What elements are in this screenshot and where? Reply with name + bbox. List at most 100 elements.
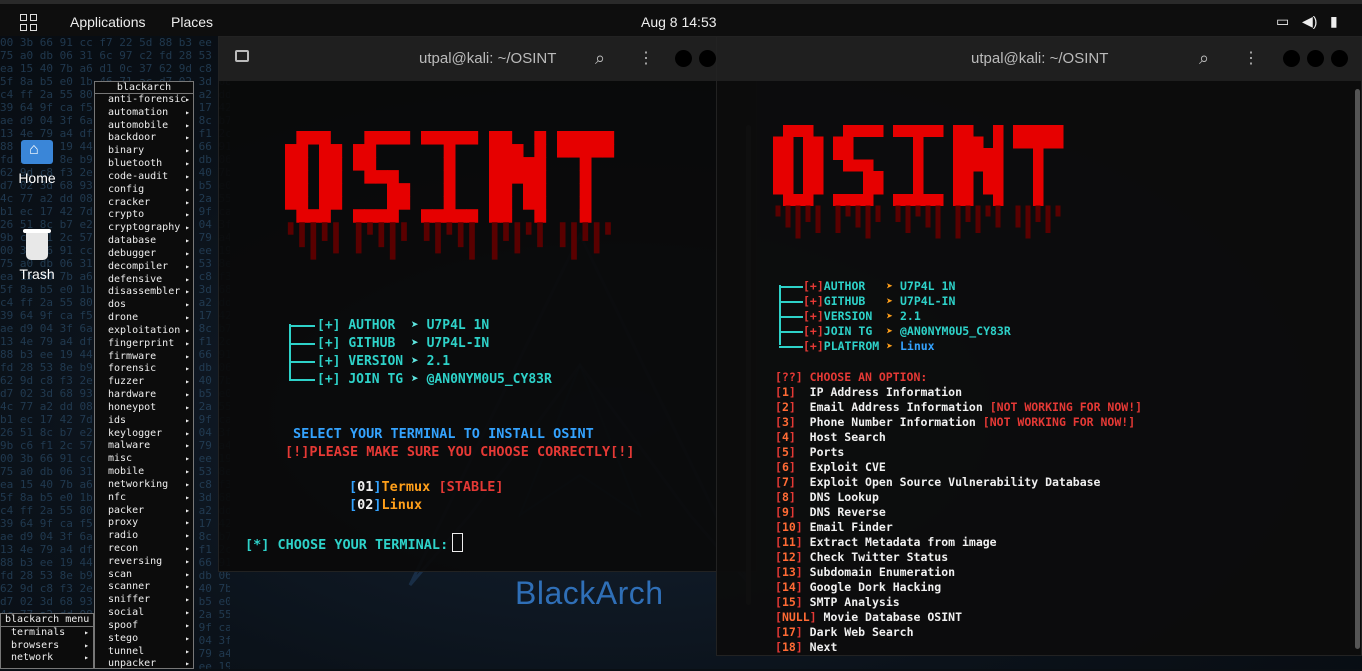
menu-item-stego[interactable]: stego — [95, 633, 193, 646]
menu-item-keylogger[interactable]: keylogger — [95, 428, 193, 441]
root-menu-item-browsers[interactable]: browsers — [1, 640, 93, 653]
menu-item-unpacker[interactable]: unpacker — [95, 658, 193, 671]
menu-item-nfc[interactable]: nfc — [95, 492, 193, 505]
install-option-02[interactable]: [02]Linux — [349, 497, 422, 513]
menu-item-debugger[interactable]: debugger — [95, 248, 193, 261]
maximize-button[interactable] — [699, 50, 716, 67]
menu-item-crypto[interactable]: crypto — [95, 209, 193, 222]
menu-item-misc[interactable]: misc — [95, 453, 193, 466]
menu-item-backdoor[interactable]: backdoor — [95, 132, 193, 145]
menu-item-scan[interactable]: scan — [95, 569, 193, 582]
menu-item-disassembler[interactable]: disassembler — [95, 286, 193, 299]
menu-item-binary[interactable]: binary — [95, 145, 193, 158]
osint-option-2[interactable]: [2] Email Address Information [NOT WORKI… — [775, 400, 1142, 414]
osint-option-1[interactable]: [1] IP Address Information — [775, 385, 962, 399]
clock[interactable]: Aug 8 14:53 — [641, 14, 717, 30]
minimize-button[interactable] — [675, 50, 692, 67]
trash-desktop-icon[interactable]: Trash — [7, 229, 67, 282]
applications-menu[interactable]: Applications — [70, 14, 146, 30]
bracket-open: [ — [775, 520, 782, 534]
install-option-01[interactable]: [01]Termux [STABLE] — [349, 479, 504, 495]
menu-item-tunnel[interactable]: tunnel — [95, 646, 193, 659]
menu-item-automation[interactable]: automation — [95, 107, 193, 120]
close-button[interactable] — [1331, 50, 1348, 67]
menu-item-spoof[interactable]: spoof — [95, 620, 193, 633]
info-line-platfrom: [+]PLATFROM ➤ Linux — [803, 339, 935, 353]
kebab-menu-icon[interactable]: ⋮ — [638, 48, 654, 68]
osint-option-15[interactable]: [15] SMTP Analysis — [775, 595, 900, 609]
osint-option-6[interactable]: [6] Exploit CVE — [775, 460, 886, 474]
maximize-button[interactable] — [1307, 50, 1324, 67]
menu-item-sniffer[interactable]: sniffer — [95, 594, 193, 607]
menu-item-social[interactable]: social — [95, 607, 193, 620]
menu-item-malware[interactable]: malware — [95, 440, 193, 453]
menu-item-cryptography[interactable]: cryptography — [95, 222, 193, 235]
osint-option-14[interactable]: [14] Google Dork Hacking — [775, 580, 941, 594]
menu-item-reversing[interactable]: reversing — [95, 556, 193, 569]
menu-item-anti-forensic[interactable]: anti-forensic — [95, 94, 193, 107]
menu-item-defensive[interactable]: defensive — [95, 274, 193, 287]
terminal-window-1[interactable]: utpal@kali: ~/OSINT ⌕ ⋮ [+] AUTHOR ➤ U7P… — [218, 36, 757, 605]
terminal-2-titlebar[interactable]: utpal@kali: ~/OSINT ⌕ ⋮ — [717, 37, 1361, 81]
menu-item-packer[interactable]: packer — [95, 505, 193, 518]
kebab-menu-icon[interactable]: ⋮ — [1243, 48, 1259, 68]
menu-item-forensic[interactable]: forensic — [95, 363, 193, 376]
volume-icon[interactable]: ◀) — [1302, 13, 1317, 30]
osint-option-4[interactable]: [4] Host Search — [775, 430, 886, 444]
menu-item-dos[interactable]: dos — [95, 299, 193, 312]
menu-item-networking[interactable]: networking — [95, 479, 193, 492]
osint-option-13[interactable]: [13] Subdomain Enumeration — [775, 565, 955, 579]
app-grid-icon[interactable] — [20, 14, 38, 32]
osint-option-3[interactable]: [3] Phone Number Information [NOT WORKIN… — [775, 415, 1135, 429]
menu-item-firmware[interactable]: firmware — [95, 351, 193, 364]
osint-option-10[interactable]: [10] Email Finder — [775, 520, 893, 534]
menu-item-code-audit[interactable]: code-audit — [95, 171, 193, 184]
menu-item-ids[interactable]: ids — [95, 415, 193, 428]
menu-item-hardware[interactable]: hardware — [95, 389, 193, 402]
root-menu-item-network[interactable]: network — [1, 652, 93, 665]
osint-option-9[interactable]: [9] DNS Reverse — [775, 505, 886, 519]
home-desktop-icon[interactable]: Home — [7, 140, 67, 186]
osint-option-12[interactable]: [12] Check Twitter Status — [775, 550, 948, 564]
menu-item-bluetooth[interactable]: bluetooth — [95, 158, 193, 171]
text-cursor[interactable] — [452, 533, 464, 552]
terminal-prompt[interactable]: [*] CHOOSE YOUR TERMINAL: — [245, 533, 464, 553]
osint-option-18[interactable]: [18] Next — [775, 640, 837, 654]
places-menu[interactable]: Places — [171, 14, 213, 30]
menu-item-scanner[interactable]: scanner — [95, 581, 193, 594]
menu-item-drone[interactable]: drone — [95, 312, 193, 325]
menu-item-radio[interactable]: radio — [95, 530, 193, 543]
menu-item-proxy[interactable]: proxy — [95, 517, 193, 530]
terminal-1-titlebar[interactable]: utpal@kali: ~/OSINT ⌕ ⋮ — [219, 37, 756, 81]
menu-item-fingerprint[interactable]: fingerprint — [95, 338, 193, 351]
osint-option-17[interactable]: [17] Dark Web Search — [775, 625, 914, 639]
minimize-button[interactable] — [1283, 50, 1300, 67]
warning-text: [!]PLEASE MAKE SURE YOU CHOOSE CORRECTLY… — [285, 444, 635, 460]
new-tab-icon[interactable] — [235, 50, 249, 62]
battery-icon[interactable]: ▮ — [1330, 13, 1338, 30]
menu-item-mobile[interactable]: mobile — [95, 466, 193, 479]
terminal-1-body[interactable]: [+] AUTHOR ➤ U7P4L 1N [+] GITHUB ➤ U7P4L-… — [219, 81, 756, 605]
menu-item-exploitation[interactable]: exploitation — [95, 325, 193, 338]
menu-item-fuzzer[interactable]: fuzzer — [95, 376, 193, 389]
menu-item-honeypot[interactable]: honeypot — [95, 402, 193, 415]
osint-option-11[interactable]: [11] Extract Metadata from image — [775, 535, 997, 549]
terminal-window-2[interactable]: utpal@kali: ~/OSINT ⌕ ⋮ [+]AUTHOR ➤ U7P4… — [716, 36, 1362, 656]
menu-item-config[interactable]: config — [95, 184, 193, 197]
terminal-2-scrollbar[interactable] — [1355, 89, 1360, 649]
menu-item-cracker[interactable]: cracker — [95, 197, 193, 210]
menu-item-database[interactable]: database — [95, 235, 193, 248]
search-icon[interactable]: ⌕ — [1199, 48, 1209, 69]
screen-icon[interactable]: ▭ — [1276, 13, 1289, 30]
osint-option-8[interactable]: [8] DNS Lookup — [775, 490, 879, 504]
osint-option-5[interactable]: [5] Ports — [775, 445, 844, 459]
osint-option-null[interactable]: [NULL] Movie Database OSINT — [775, 610, 962, 624]
menu-item-automobile[interactable]: automobile — [95, 120, 193, 133]
osint-option-7[interactable]: [7] Exploit Open Source Vulnerability Da… — [775, 475, 1100, 489]
search-icon[interactable]: ⌕ — [595, 48, 605, 69]
menu-item-recon[interactable]: recon — [95, 543, 193, 556]
terminal-2-body[interactable]: [+]AUTHOR ➤ U7P4L 1N [+]GITHUB ➤ U7P4L-IN… — [717, 81, 1361, 655]
menu-item-decompiler[interactable]: decompiler — [95, 261, 193, 274]
info-value: 2.1 — [899, 309, 921, 323]
root-menu-item-terminals[interactable]: terminals — [1, 627, 93, 640]
